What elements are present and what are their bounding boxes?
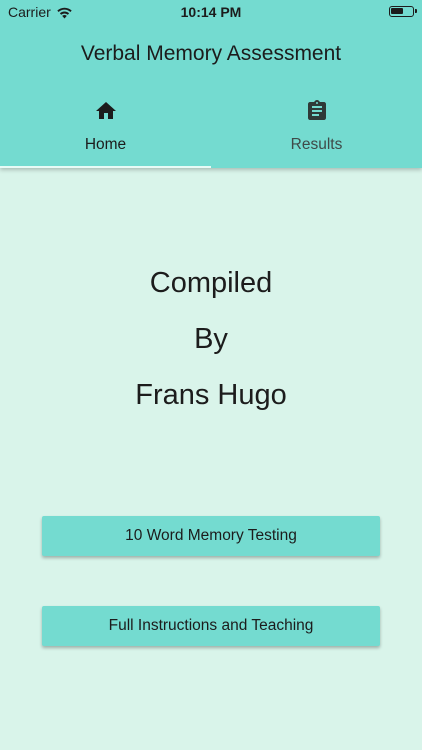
instructions-button[interactable]: Full Instructions and Teaching [42,606,380,646]
tab-home[interactable]: Home [0,92,211,168]
app-screen: Carrier 10:14 PM Verbal Memory Assessmen… [0,0,422,750]
status-time: 10:14 PM [180,4,242,20]
credit-line-author: Frans Hugo [135,379,287,411]
credit-line-compiled: Compiled [149,267,273,299]
clipboard-icon [307,100,326,120]
tab-home-label: Home [84,136,127,153]
battery-icon [389,6,417,17]
app-header: Carrier 10:14 PM Verbal Memory Assessmen… [0,0,422,168]
memory-testing-button[interactable]: 10 Word Memory Testing [42,516,380,556]
credit-block: Compiled By Frans Hugo [0,255,422,423]
active-tab-indicator [0,166,211,168]
status-bar: Carrier 10:14 PM [0,0,422,26]
tab-results-label: Results [290,136,343,153]
credit-line-by: By [194,323,228,355]
app-title: Verbal Memory Assessment [80,42,342,65]
tab-bar: Home Results [0,92,422,168]
tab-results[interactable]: Results [211,92,422,168]
home-icon [95,102,116,119]
